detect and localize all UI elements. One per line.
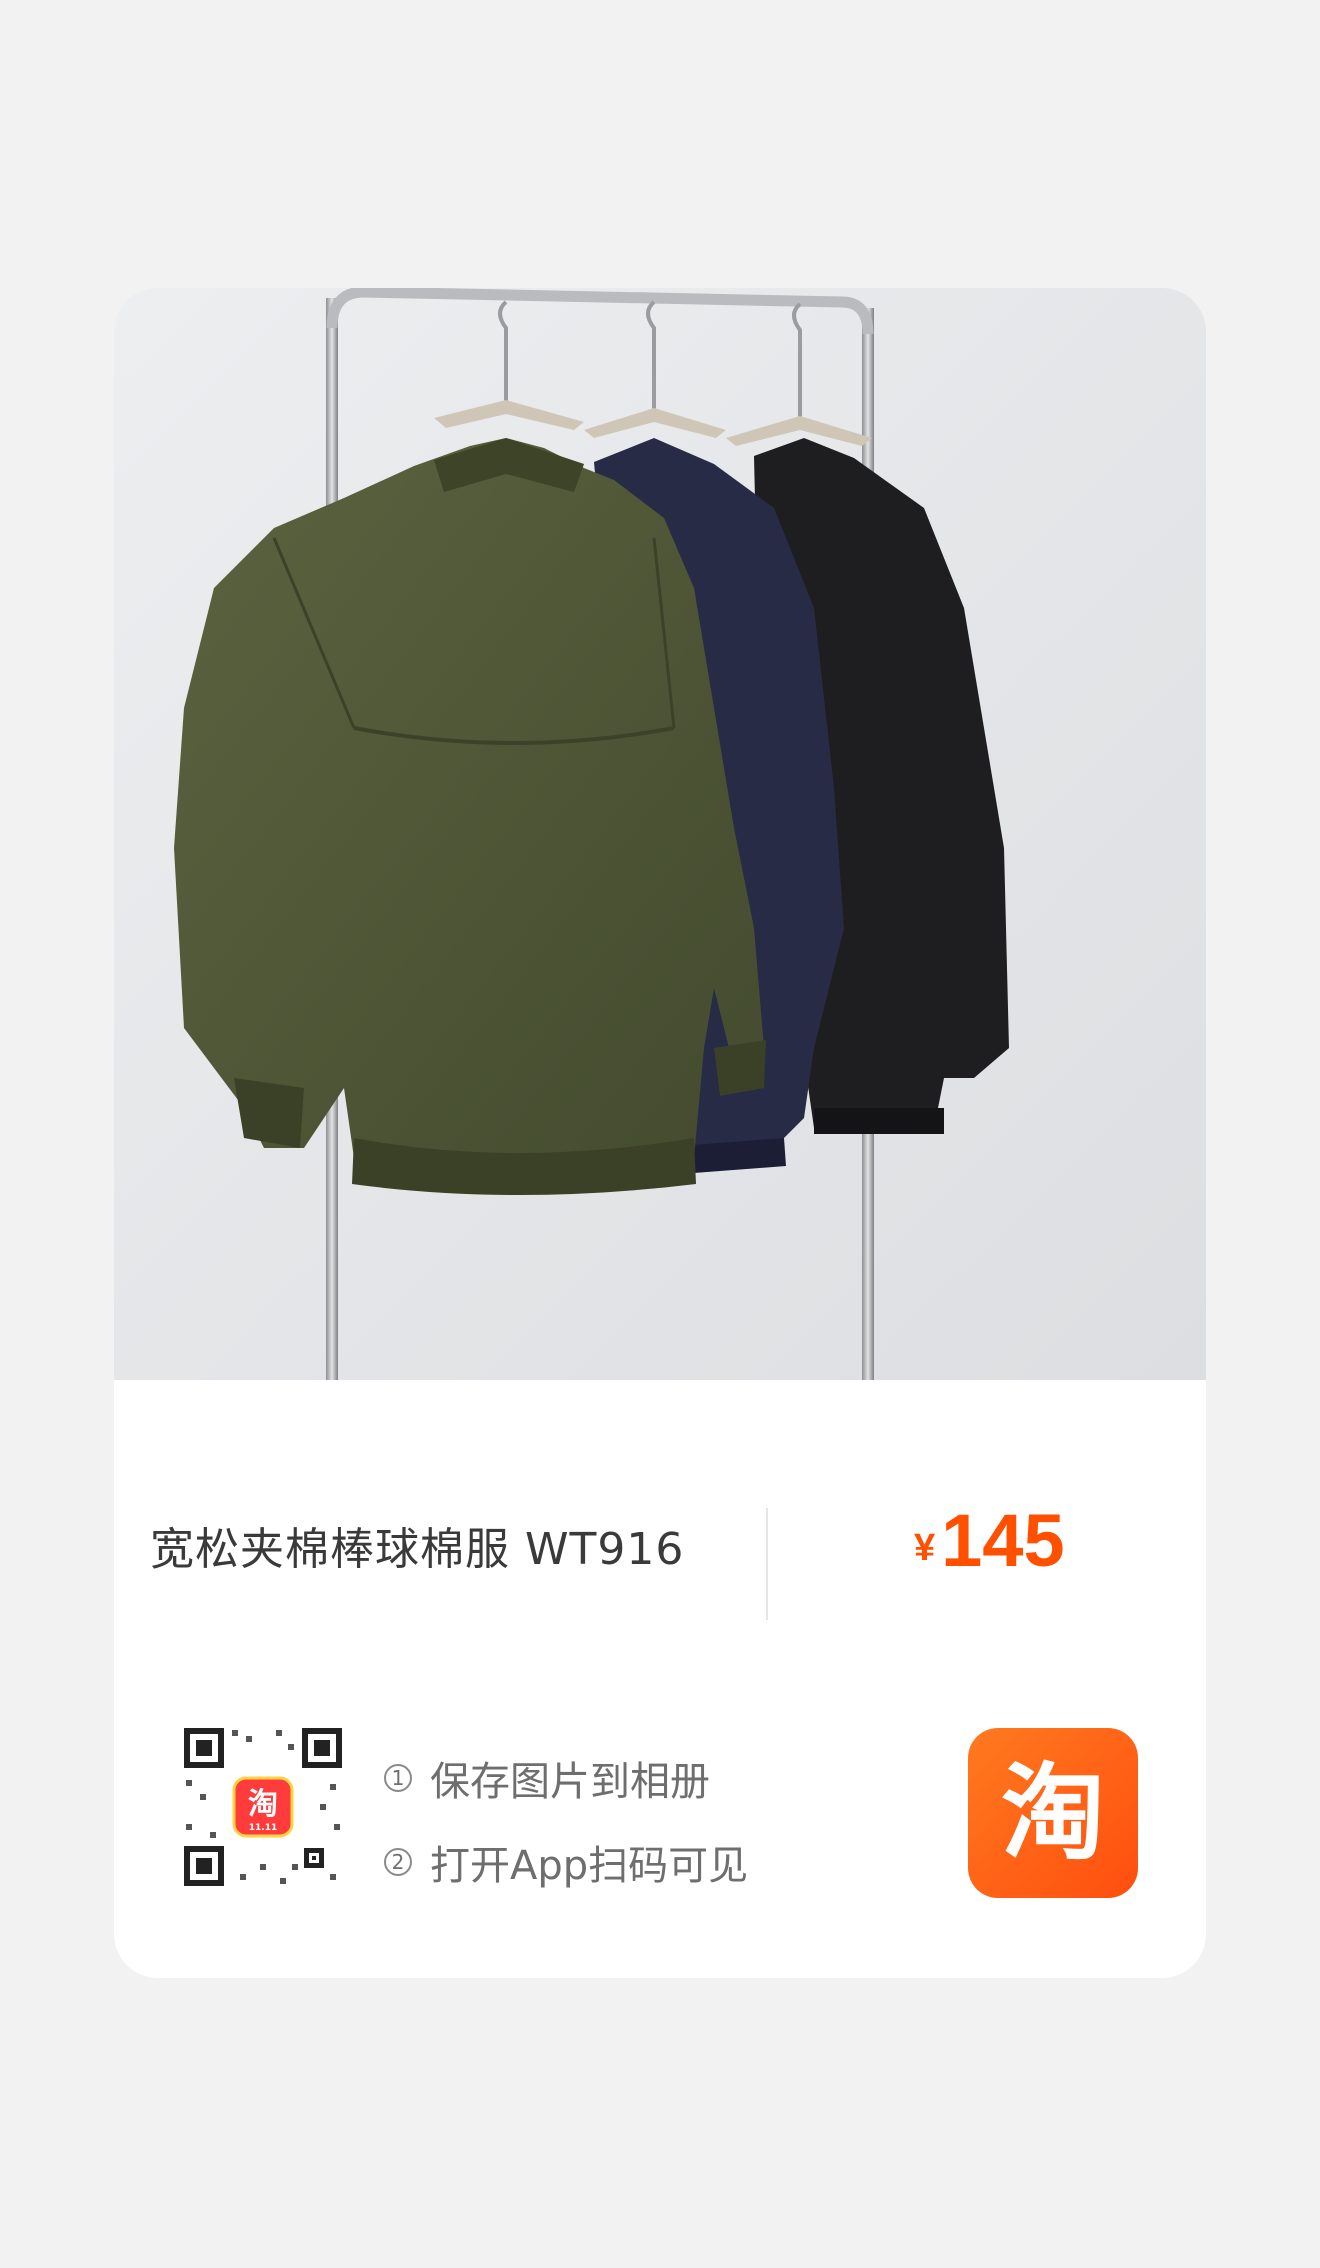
- currency-symbol: ¥: [914, 1527, 936, 1569]
- share-instructions: 淘 11.11 1 保存图片到相册 2 打开App扫码可见 淘: [114, 1680, 1206, 1978]
- steps-list: 1 保存图片到相册 2 打开App扫码可见: [384, 1736, 748, 1904]
- step-number-badge: 2: [384, 1848, 412, 1876]
- price-amount: 145: [941, 1499, 1065, 1582]
- product-share-card: 宽松夹棉棒球棉服 WT916 ¥145 淘 11.11 1 保存图片到相册 2 …: [114, 288, 1206, 1978]
- step-save: 1 保存图片到相册: [384, 1736, 748, 1820]
- qr-code[interactable]: 淘 11.11: [180, 1724, 346, 1890]
- product-info: 宽松夹棉棒球棉服 WT916 ¥145: [114, 1380, 1206, 1680]
- step-text: 打开App扫码可见: [430, 1843, 749, 1889]
- step-text: 保存图片到相册: [430, 1759, 710, 1805]
- jackets-photo: [114, 288, 1206, 1380]
- step-open-app: 2 打开App扫码可见: [384, 1820, 748, 1904]
- price-label: ¥145: [914, 1498, 1065, 1588]
- divider: [766, 1508, 768, 1620]
- qr-badge-sub: 11.11: [249, 1823, 277, 1833]
- product-image[interactable]: [114, 288, 1206, 1380]
- qr-badge-glyph: 淘: [248, 1787, 278, 1822]
- taobao-app-icon[interactable]: 淘: [968, 1728, 1138, 1898]
- qr-code-icon: 淘 11.11: [180, 1724, 346, 1890]
- product-title: 宽松夹棉棒球棉服 WT916: [150, 1524, 685, 1575]
- step-number-badge: 1: [384, 1764, 412, 1792]
